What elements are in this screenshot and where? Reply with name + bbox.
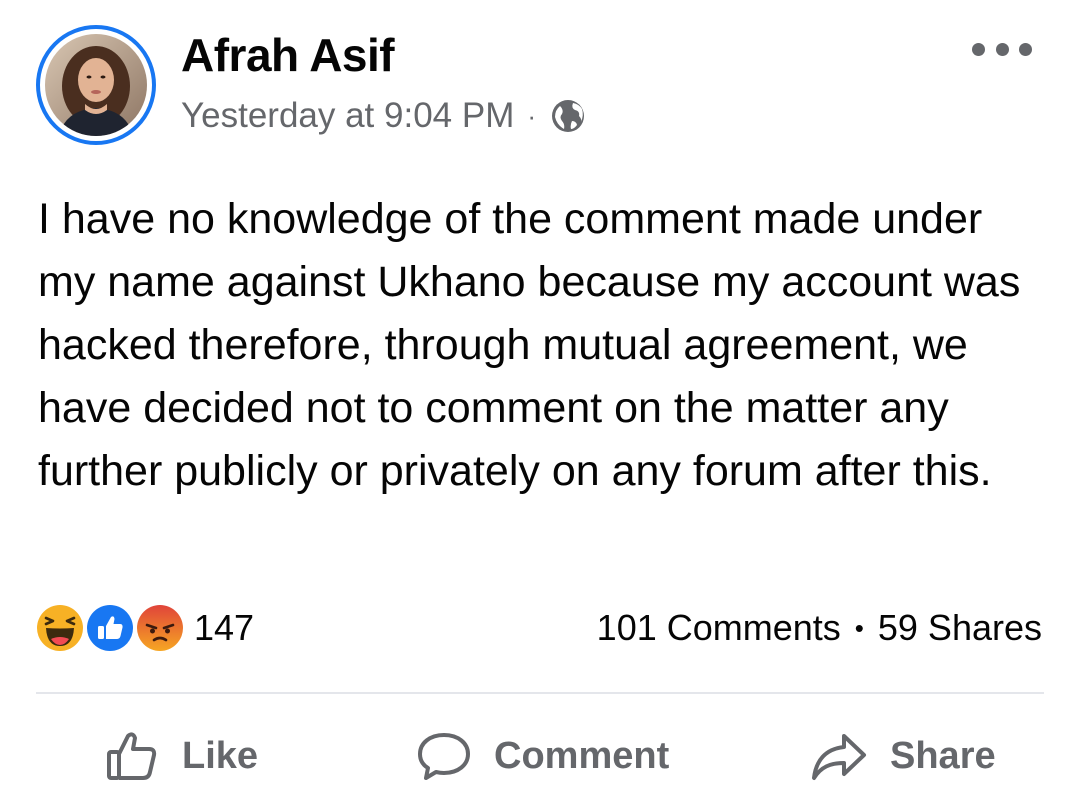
engagement-stats: 101 Comments • 59 Shares	[597, 607, 1042, 649]
like-label: Like	[182, 734, 259, 777]
reaction-count: 147	[194, 607, 255, 648]
like-reaction-icon	[84, 602, 136, 654]
like-button[interactable]: Like	[104, 728, 258, 784]
thumbs-up-icon	[107, 732, 157, 780]
meta-separator: ·	[527, 100, 537, 131]
author-name[interactable]: Afrah Asif	[181, 28, 395, 82]
divider	[36, 692, 1044, 694]
share-arrow-icon	[812, 734, 866, 780]
facebook-post: Afrah Asif Yesterday at 9:04 PM · I have…	[0, 0, 1080, 804]
haha-reaction-icon	[34, 602, 86, 654]
post-meta: Yesterday at 9:04 PM ·	[181, 96, 587, 136]
comment-label: Comment	[494, 734, 670, 777]
comment-bubble-icon	[418, 733, 470, 780]
more-options-button[interactable]	[972, 34, 1032, 64]
share-button[interactable]: Share	[810, 728, 996, 784]
post-timestamp[interactable]: Yesterday at 9:04 PM	[181, 96, 514, 136]
comments-count[interactable]: 101 Comments	[597, 607, 841, 649]
more-dot-icon	[972, 42, 985, 56]
share-label: Share	[890, 734, 996, 777]
stats-separator: •	[854, 612, 864, 643]
angry-reaction-icon	[134, 602, 186, 654]
more-dot-icon	[995, 42, 1009, 56]
post-text: I have no knowledge of the comment made …	[38, 195, 1021, 495]
avatar[interactable]	[36, 25, 156, 145]
more-dot-icon	[1019, 42, 1032, 56]
shares-count[interactable]: 59 Shares	[878, 607, 1042, 649]
profile-photo	[45, 34, 147, 136]
comment-button[interactable]: Comment	[416, 728, 669, 784]
globe-icon	[549, 97, 587, 135]
reactions-summary[interactable]: 147	[34, 602, 254, 654]
reaction-icons	[34, 602, 186, 654]
